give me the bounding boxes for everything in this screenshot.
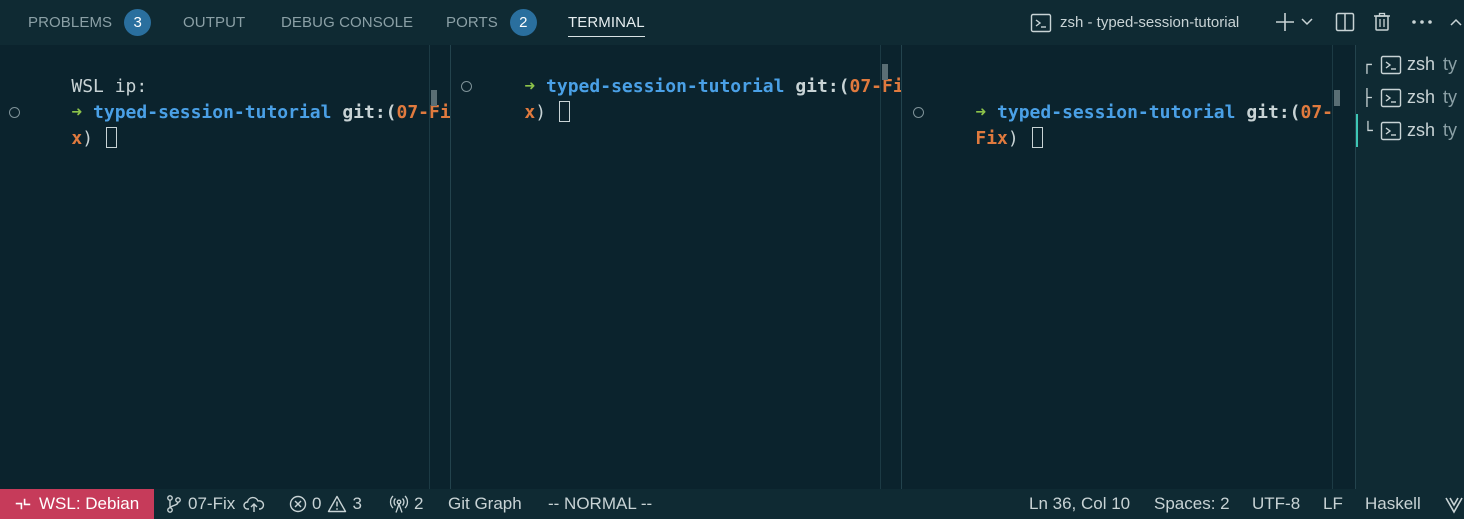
vim-mode-label: -- NORMAL -- [548,494,653,513]
encoding-label: UTF-8 [1252,494,1301,513]
language-label: Haskell [1365,494,1421,513]
terminal-tab-description: ty [1443,120,1458,140]
chevron-down-icon[interactable] [1296,9,1318,35]
cloud-upload-icon[interactable] [243,495,265,513]
error-count: 0 [312,494,322,513]
cursor-position[interactable]: Ln 36, Col 10 [1029,489,1130,519]
terminal-tab-label: zsh [1407,54,1436,74]
language-mode[interactable]: Haskell [1365,489,1421,519]
scrollbar[interactable] [880,45,900,489]
tab-output[interactable]: OUTPUT [183,0,245,45]
terminal-tab-label: zsh [1407,87,1436,107]
terminal-pane-2[interactable]: ➜ typed-session-tutorial git:(07-Fi x) [451,45,901,489]
plus-icon[interactable] [1271,9,1299,35]
indentation-indicator[interactable]: Spaces: 2 [1154,489,1230,519]
prompt-branch: 07- [1300,102,1334,123]
terminal-icon [1380,87,1402,109]
remote-indicator[interactable]: WSL: Debian [0,489,154,519]
command-decoration-icon[interactable] [913,107,924,118]
prompt-git-label: git:( [342,102,397,123]
tab-ports-label: PORTS [446,14,498,31]
terminal-cursor [1031,127,1043,148]
terminal-icon [1030,12,1052,34]
git-branch-icon [165,494,183,514]
prompt-directory: typed-session-tutorial [546,76,785,97]
tab-output-label: OUTPUT [183,14,246,31]
scrollbar-thumb[interactable] [882,64,888,80]
command-decoration-icon[interactable] [461,81,472,92]
terminal-pane-3[interactable]: ➜ typed-session-tutorial git:(07- Fix) [902,45,1355,489]
terminal-cursor [105,127,117,148]
terminal-tab-description: ty [1443,87,1458,107]
warning-icon [327,495,347,513]
error-icon [289,495,307,513]
trash-icon[interactable] [1368,9,1396,35]
prompt-line-wrap: x) [28,100,117,178]
tab-problems-label: PROBLEMS [28,14,113,31]
split-terminal-icon[interactable] [1331,9,1359,35]
ports-count-badge: 2 [509,9,537,36]
terminal-icon [1380,54,1402,76]
vim-mode-indicator: -- NORMAL -- [548,489,652,519]
extension-icon[interactable] [1444,489,1464,519]
scrollbar-thumb[interactable] [431,90,437,106]
tab-problems[interactable]: PROBLEMS 3 [28,0,152,45]
ports-indicator[interactable]: 2 [389,489,423,519]
prompt-line-wrap: Fix) [932,100,1043,178]
scrollbar[interactable] [1332,45,1352,489]
branch-label: 07-Fix [188,494,236,513]
tree-connector: ┌ [1362,55,1372,74]
tab-debug-console[interactable]: DEBUG CONSOLE [281,0,413,45]
tree-connector: └ [1363,121,1373,140]
scrollbar[interactable] [429,45,449,489]
terminal-title: zsh - typed-session-tutorial [1060,14,1240,31]
prompt-git-label: git:( [795,76,850,97]
tab-debug-console-label: DEBUG CONSOLE [281,14,414,31]
chevron-up-icon[interactable] [1442,9,1464,35]
terminal-cursor [558,101,570,122]
tree-connector: ├ [1362,88,1372,107]
prompt-line-wrap: x) [481,74,570,152]
panel-tab-bar: PROBLEMS 3 OUTPUT DEBUG CONSOLE PORTS 2 … [0,0,1464,45]
remote-icon [14,495,32,513]
terminal-icon [1380,120,1402,142]
tab-ports[interactable]: PORTS 2 [446,0,537,45]
remote-label: WSL: Debian [39,494,140,513]
eol-indicator[interactable]: LF [1323,489,1343,519]
problems-indicator[interactable]: 0 3 [289,489,362,519]
terminal-tabs-list: ┌ zsh ty ├ zsh ty └ zsh ty [1355,45,1464,489]
warning-count: 3 [352,494,362,513]
prompt-git-label: git:( [1246,102,1301,123]
terminal-selector[interactable]: zsh - typed-session-tutorial [1030,0,1239,45]
eol-label: LF [1323,494,1343,513]
terminal-tab-label: zsh [1407,120,1436,140]
terminal-pane-1[interactable]: WSL ip: ➜ typed-session-tutorial git:(07… [0,45,450,489]
ports-count: 2 [414,494,424,513]
prompt-branch-wrap: x [71,128,83,149]
terminal-tab-item-active[interactable]: └ zsh ty [1356,114,1464,147]
encoding-indicator[interactable]: UTF-8 [1252,489,1300,519]
tab-terminal[interactable]: TERMINAL [568,0,645,45]
tab-terminal-label: TERMINAL [568,14,645,31]
more-actions-icon[interactable] [1408,9,1436,35]
command-decoration-icon[interactable] [9,107,20,118]
terminal-tab-description: ty [1443,54,1458,74]
prompt-branch-wrap: x [524,102,536,123]
terminal-tab-item[interactable]: ├ zsh ty [1356,81,1464,114]
scrollbar-thumb[interactable] [1334,90,1340,106]
prompt-branch-wrap: Fix [975,128,1008,149]
git-graph-button[interactable]: Git Graph [448,489,522,519]
cursor-position-label: Ln 36, Col 10 [1029,494,1131,513]
status-bar: WSL: Debian 07-Fix 0 3 2 Git Graph -- NO… [0,489,1464,519]
prompt-directory: typed-session-tutorial [93,102,332,123]
indentation-label: Spaces: 2 [1154,494,1230,513]
git-graph-label: Git Graph [448,494,522,513]
broadcast-icon [389,494,409,514]
problems-count-badge: 3 [124,9,152,36]
terminal-tab-item[interactable]: ┌ zsh ty [1356,48,1464,81]
branch-indicator[interactable]: 07-Fix [165,489,265,519]
